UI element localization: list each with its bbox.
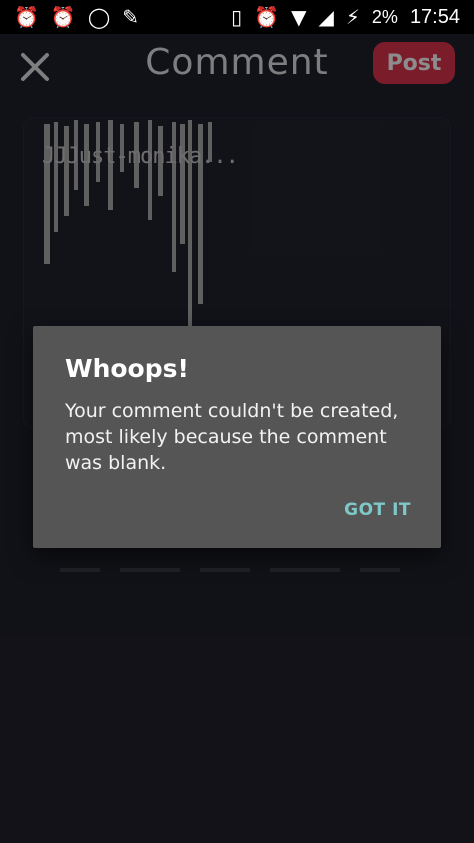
vibrate-icon: ▯ [231,5,243,29]
status-left: ⏰ ⏰ ◯ ✎ [14,7,139,27]
alarm-icon: ⏰ [50,5,76,29]
battery-icon: ⚡ [345,5,360,29]
whatsapp-icon: ◯ [87,5,111,29]
alarm-icon: ⏰ [14,5,39,29]
status-right: ▯ ⏰ ▼ ◢ ⚡ 2% 17:54 [231,6,460,29]
status-bar: ⏰ ⏰ ◯ ✎ ▯ ⏰ ▼ ◢ ⚡ 2% 17:54 [0,0,474,34]
dialog-message: Your comment couldn't be created, most l… [65,400,399,474]
alarm-icon: ⏰ [254,5,280,29]
pen-icon: ✎ [122,5,139,29]
got-it-button[interactable]: GOT IT [344,500,411,520]
signal-icon: ◢ [318,5,334,29]
wifi-icon: ▼ [291,5,307,29]
error-dialog: Whoops! Your comment couldn't be created… [33,326,441,548]
battery-percent: 2% [371,6,398,27]
clock: 17:54 [409,5,460,28]
dialog-title: Whoops! [65,354,189,383]
